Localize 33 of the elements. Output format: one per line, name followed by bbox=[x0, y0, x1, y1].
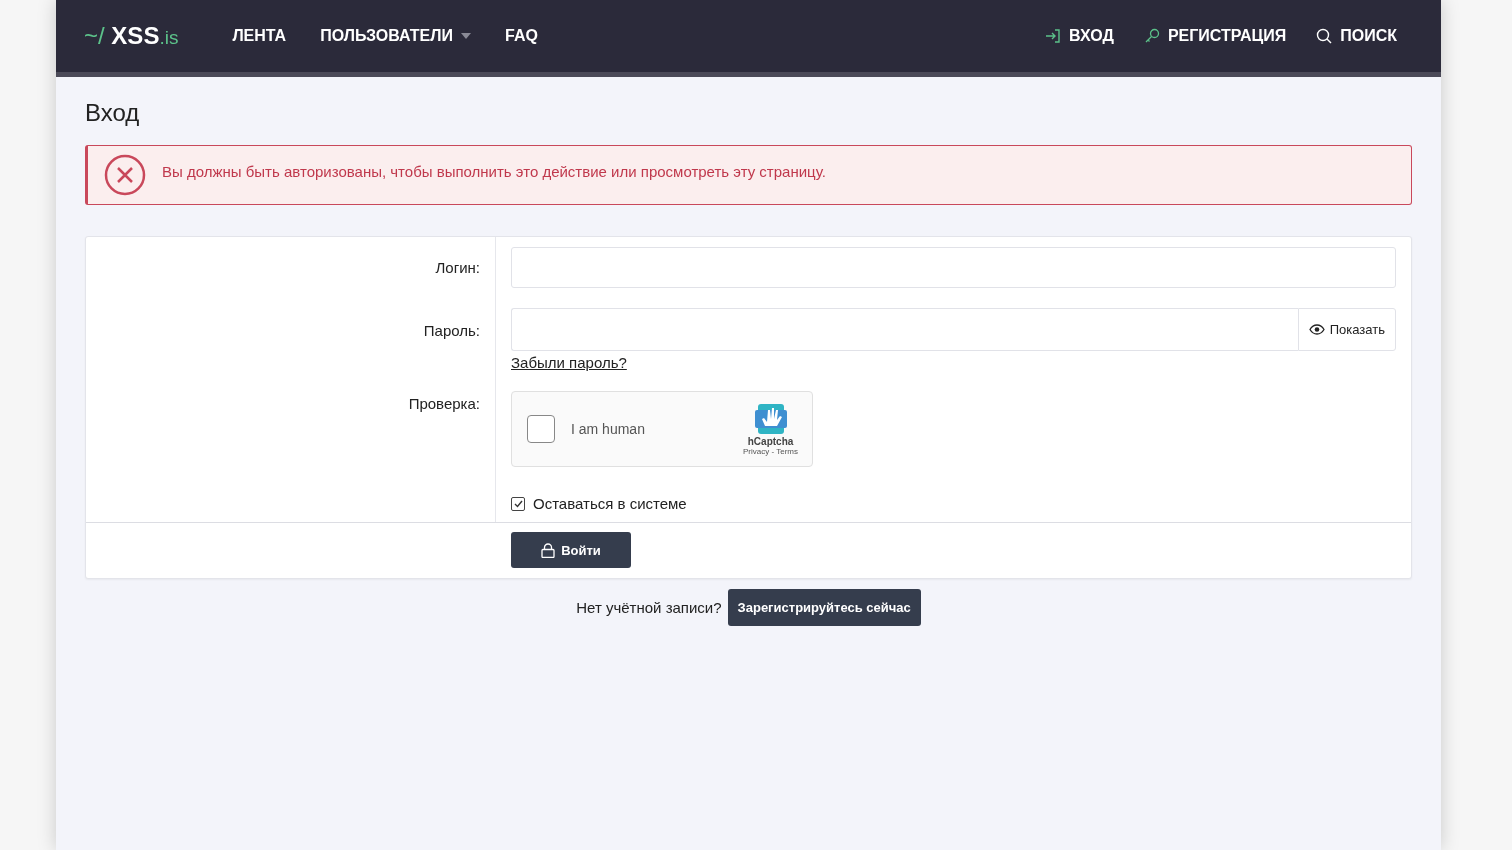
captcha-links[interactable]: Privacy - Terms bbox=[743, 447, 798, 456]
login-input[interactable] bbox=[511, 247, 1396, 288]
nav-link[interactable]: ЛЕНТА bbox=[232, 27, 287, 45]
error-message: Вы должны быть авторизованы, чтобы выполнить это действие или просмотреть эту страницу. bbox=[162, 162, 826, 180]
hand-icon bbox=[753, 402, 788, 436]
nav-link[interactable]: РЕГИСТРАЦИЯ bbox=[1143, 27, 1287, 45]
captcha-checkbox[interactable] bbox=[527, 415, 555, 443]
eye-icon bbox=[1308, 324, 1325, 335]
checkbox[interactable] bbox=[511, 496, 525, 511]
error-icon bbox=[104, 154, 146, 196]
signup-prompt: Нет учётной записи? bbox=[576, 599, 722, 616]
login-button[interactable]: Войти bbox=[511, 532, 631, 568]
nav-link[interactable]: ПОИСК bbox=[1316, 27, 1397, 45]
show-password-button[interactable]: Показать bbox=[1297, 308, 1396, 351]
nav-link[interactable]: FAQ bbox=[505, 27, 538, 45]
field-label: Проверка: bbox=[408, 395, 480, 414]
field-label: Пароль: bbox=[423, 322, 480, 341]
nav-link[interactable]: ПОЛЬЗОВАТЕЛИ bbox=[320, 27, 471, 45]
sign-in-icon bbox=[1045, 28, 1062, 44]
captcha-text: I am human bbox=[571, 421, 646, 437]
password-input[interactable] bbox=[511, 308, 1298, 351]
forgot-password-link[interactable]: Забыли пароль? bbox=[511, 354, 627, 371]
nav-link[interactable]: ВХОД bbox=[1045, 27, 1114, 45]
field-label: Логин: bbox=[435, 259, 480, 278]
page-title: Вход bbox=[85, 99, 141, 127]
lock-icon bbox=[541, 542, 556, 558]
checkbox-label: Оставаться в системе bbox=[533, 495, 687, 512]
search-icon bbox=[1316, 28, 1333, 44]
captcha-brand: hCaptcha bbox=[747, 436, 794, 447]
remember-checkbox[interactable]: Оставаться в системе bbox=[511, 495, 1396, 512]
signup-button[interactable]: Зарегистрируйтесь сейчас bbox=[727, 589, 921, 626]
site-logo[interactable]: ~/ XSS.is bbox=[84, 22, 179, 50]
key-icon bbox=[1143, 28, 1160, 44]
